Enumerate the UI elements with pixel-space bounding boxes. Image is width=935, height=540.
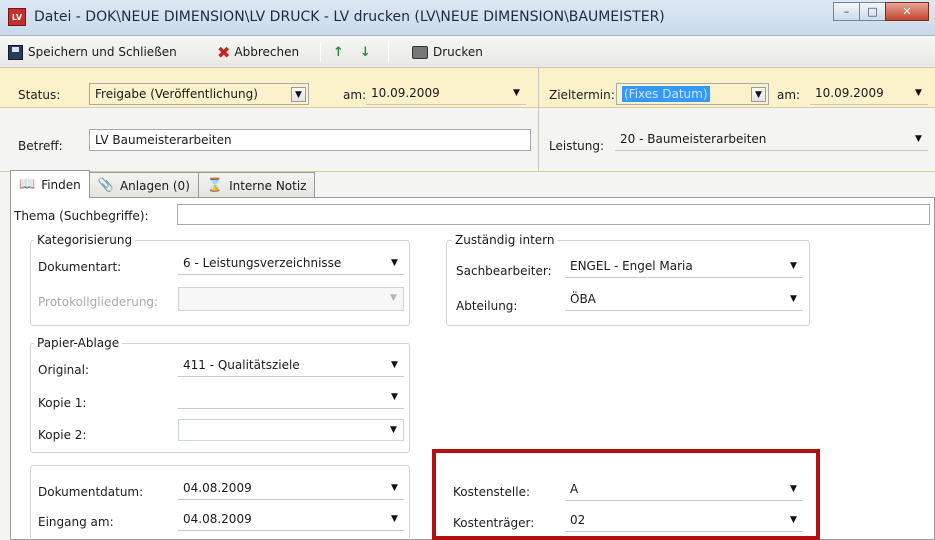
status-value: Freigabe (Veröffentlichung) bbox=[95, 87, 258, 101]
cancel-label: Abbrechen bbox=[234, 45, 300, 59]
cancel-button[interactable]: ✖ Abbrechen bbox=[217, 42, 300, 62]
chevron-down-icon[interactable]: ▼ bbox=[386, 423, 401, 438]
kopie1-select[interactable]: ▼ bbox=[178, 387, 404, 409]
maximize-icon[interactable]: □ bbox=[859, 2, 886, 21]
print-button[interactable]: Drucken bbox=[412, 43, 483, 61]
am-label-2: am: bbox=[777, 88, 801, 102]
sachbearbeiter-value: ENGEL - Engel Maria bbox=[570, 259, 693, 273]
kopie2-select[interactable]: ▼ bbox=[178, 419, 404, 441]
betreff-input[interactable]: LV Baumeisterarbeiten bbox=[89, 129, 531, 151]
sachbearbeiter-select[interactable]: ENGEL - Engel Maria ▼ bbox=[565, 256, 803, 278]
am-date-value: 10.09.2009 bbox=[371, 86, 440, 100]
tab-anlagen[interactable]: 📎 Anlagen (0) bbox=[88, 172, 199, 198]
window-controls: – □ ✕ bbox=[833, 2, 929, 21]
betreff-label: Betreff: bbox=[18, 139, 63, 153]
chevron-down-icon[interactable]: ▼ bbox=[387, 512, 402, 527]
dokumentdatum-value: 04.08.2009 bbox=[183, 481, 252, 495]
tab-label: Interne Notiz bbox=[229, 178, 307, 193]
zieltermin-label: Zieltermin: bbox=[549, 88, 615, 102]
tab-interne-notiz[interactable]: ⌛ Interne Notiz bbox=[197, 172, 316, 198]
dokumentart-label: Dokumentart: bbox=[38, 260, 122, 274]
down-arrow-icon: ↓ bbox=[360, 44, 371, 60]
chevron-down-icon[interactable]: ▼ bbox=[386, 291, 401, 306]
chevron-down-icon[interactable]: ▼ bbox=[786, 292, 801, 307]
sachbearbeiter-label: Sachbearbeiter: bbox=[456, 264, 552, 278]
chevron-down-icon[interactable]: ▼ bbox=[387, 256, 402, 271]
protokoll-label: Protokollgliederung: bbox=[38, 295, 159, 309]
dokumentart-value: 6 - Leistungsverzeichnisse bbox=[183, 256, 342, 270]
tab-label: Anlagen (0) bbox=[119, 178, 190, 193]
abteilung-value: ÖBA bbox=[570, 292, 596, 306]
eingang-value: 04.08.2009 bbox=[183, 512, 252, 526]
header-divider bbox=[538, 68, 539, 172]
chevron-down-icon[interactable]: ▼ bbox=[786, 259, 801, 274]
move-up-button[interactable]: ↑ bbox=[333, 43, 344, 61]
papier-ablage-title: Papier-Ablage bbox=[34, 336, 123, 350]
chevron-down-icon[interactable]: ▼ bbox=[291, 87, 306, 102]
zieltermin-date-field[interactable]: 10.09.2009 ▼ bbox=[810, 83, 928, 105]
kopie2-label: Kopie 2: bbox=[38, 428, 87, 442]
am-date-field[interactable]: 10.09.2009 ▼ bbox=[366, 83, 526, 105]
close-icon[interactable]: ✕ bbox=[885, 2, 929, 21]
highlight-frame bbox=[432, 449, 820, 540]
betreff-value: LV Baumeisterarbeiten bbox=[95, 133, 232, 147]
printer-icon bbox=[412, 45, 428, 59]
cancel-x-icon: ✖ bbox=[217, 42, 231, 62]
dokumentdatum-field[interactable]: 04.08.2009 ▼ bbox=[178, 478, 404, 500]
chevron-down-icon[interactable]: ▼ bbox=[387, 358, 402, 373]
zieltermin-select[interactable]: (Fixes Datum) ▼ bbox=[616, 83, 769, 105]
chevron-down-icon[interactable]: ▼ bbox=[509, 86, 524, 101]
title-bar: LV Datei - DOK\NEUE DIMENSION\LV DRUCK -… bbox=[0, 0, 935, 36]
leistung-label: Leistung: bbox=[549, 139, 605, 153]
chevron-down-icon[interactable]: ▼ bbox=[387, 481, 402, 496]
chevron-down-icon[interactable]: ▼ bbox=[751, 87, 766, 102]
zustaendig-title: Zuständig intern bbox=[452, 233, 558, 247]
dokumentart-select[interactable]: 6 - Leistungsverzeichnisse ▼ bbox=[178, 253, 404, 275]
kategorisierung-title: Kategorisierung bbox=[34, 233, 136, 247]
abteilung-select[interactable]: ÖBA ▼ bbox=[565, 289, 803, 311]
minimize-icon[interactable]: – bbox=[833, 2, 860, 21]
pin-icon: ⌛ bbox=[206, 178, 224, 193]
print-label: Drucken bbox=[433, 45, 483, 59]
thema-label: Thema (Suchbegriffe): bbox=[14, 209, 149, 223]
save-icon bbox=[8, 44, 23, 60]
eingang-label: Eingang am: bbox=[38, 515, 114, 529]
chevron-down-icon[interactable]: ▼ bbox=[911, 86, 926, 101]
zustaendig-group bbox=[446, 240, 810, 326]
zieltermin-date-value: 10.09.2009 bbox=[815, 86, 884, 100]
save-close-button[interactable]: Speichern und Schließen bbox=[8, 43, 177, 61]
chevron-down-icon[interactable]: ▼ bbox=[911, 132, 926, 147]
leistung-value: 20 - Baumeisterarbeiten bbox=[620, 132, 767, 146]
toolbar: Speichern und Schließen ✖ Abbrechen ↑ ↓ … bbox=[0, 36, 935, 68]
document-window: LV Datei - DOK\NEUE DIMENSION\LV DRUCK -… bbox=[0, 0, 935, 540]
move-down-button[interactable]: ↓ bbox=[360, 43, 371, 61]
save-close-label: Speichern und Schließen bbox=[28, 45, 177, 59]
thema-input[interactable] bbox=[177, 204, 930, 225]
kopie1-label: Kopie 1: bbox=[38, 396, 87, 410]
tab-label: Finden bbox=[41, 177, 81, 192]
dokumentdatum-label: Dokumentdatum: bbox=[38, 485, 144, 499]
app-icon[interactable]: LV bbox=[8, 8, 26, 26]
am-label: am: bbox=[343, 88, 367, 102]
status-select[interactable]: Freigabe (Veröffentlichung) ▼ bbox=[89, 83, 309, 105]
original-value: 411 - Qualitätsziele bbox=[183, 358, 300, 372]
leistung-select[interactable]: 20 - Baumeisterarbeiten ▼ bbox=[615, 129, 928, 151]
original-label: Original: bbox=[38, 363, 89, 377]
original-select[interactable]: 411 - Qualitätsziele ▼ bbox=[178, 355, 404, 377]
status-label: Status: bbox=[18, 88, 61, 102]
book-icon: 📖 bbox=[19, 177, 36, 192]
abteilung-label: Abteilung: bbox=[456, 299, 518, 313]
protokoll-select[interactable]: ▼ bbox=[178, 287, 404, 311]
window-title: Datei - DOK\NEUE DIMENSION\LV DRUCK - LV… bbox=[34, 9, 665, 25]
paperclip-icon: 📎 bbox=[97, 178, 114, 193]
tab-strip: 📖 Finden 📎 Anlagen (0) ⌛ Interne Notiz bbox=[10, 170, 316, 198]
up-arrow-icon: ↑ bbox=[333, 44, 344, 60]
zieltermin-value: (Fixes Datum) bbox=[622, 86, 710, 102]
tab-finden[interactable]: 📖 Finden bbox=[10, 170, 90, 198]
eingang-field[interactable]: 04.08.2009 ▼ bbox=[178, 509, 404, 531]
toolbar-divider bbox=[320, 42, 321, 62]
chevron-down-icon[interactable]: ▼ bbox=[387, 390, 402, 405]
toolbar-divider bbox=[388, 42, 389, 62]
